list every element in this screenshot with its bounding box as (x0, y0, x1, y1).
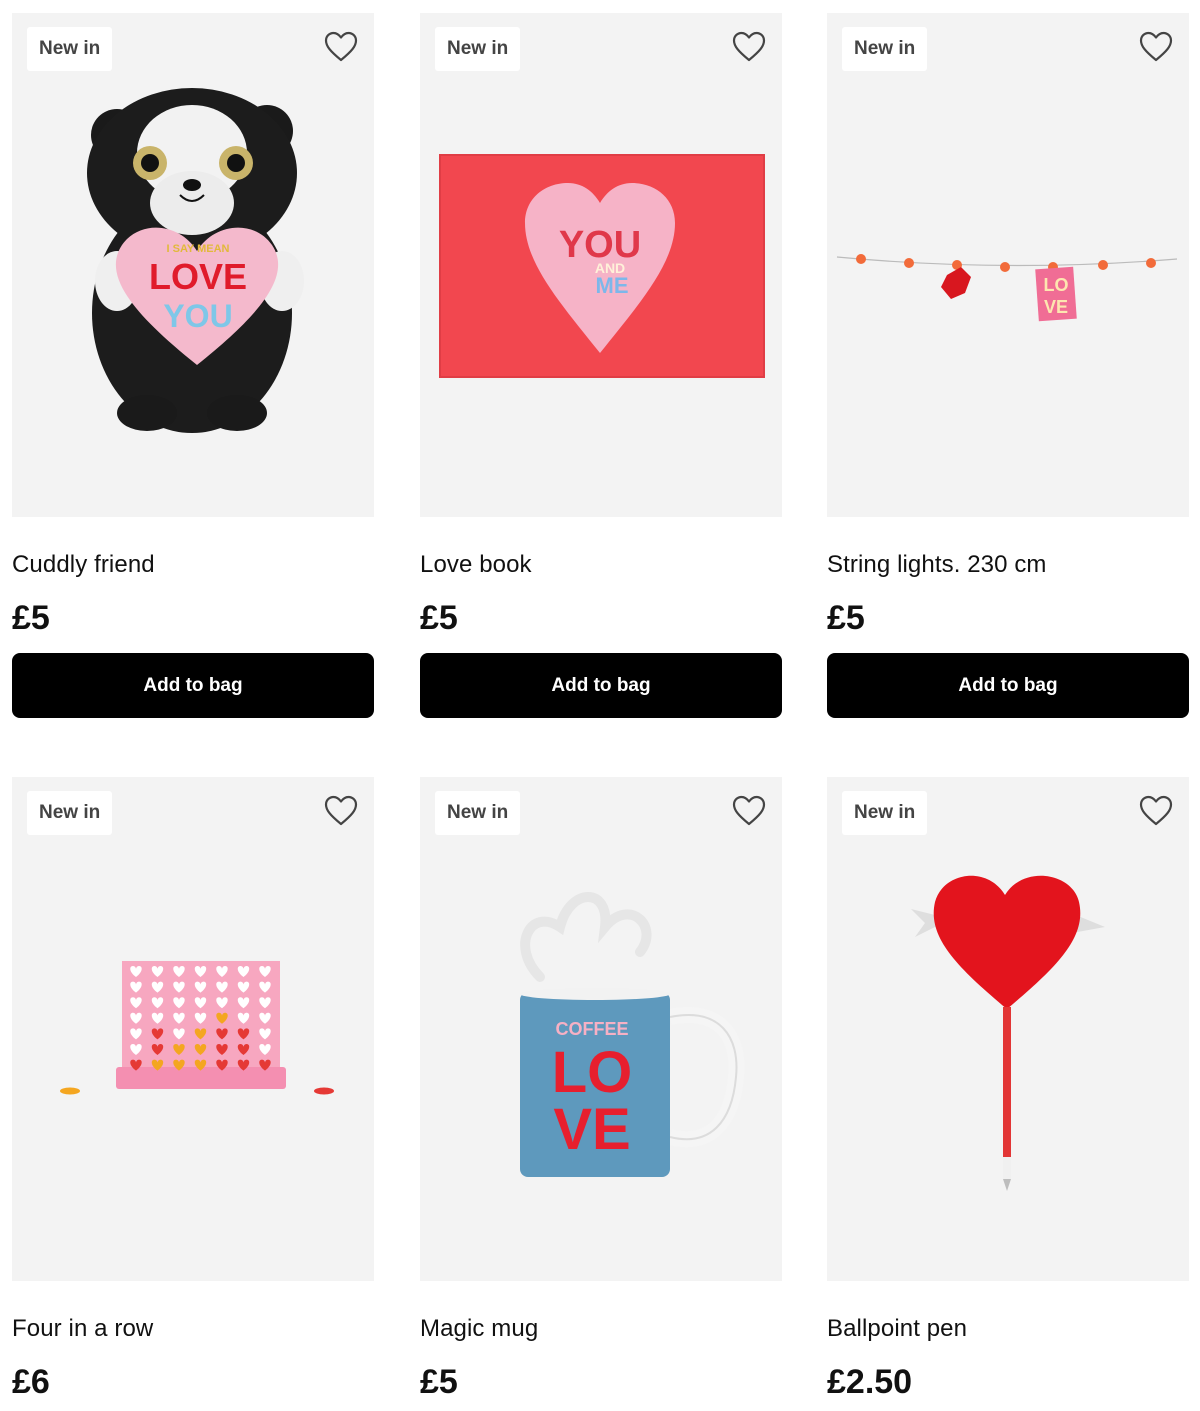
new-in-badge: New in (27, 791, 113, 835)
string-lights-image: LO VE (836, 254, 1178, 322)
product-image[interactable]: YOU AND ME New in (420, 13, 782, 517)
svg-text:LOVE: LOVE (149, 256, 247, 297)
product-title[interactable]: Ballpoint pen (827, 1313, 1189, 1345)
heart-outline-icon[interactable] (1139, 795, 1173, 827)
svg-text:VE: VE (1044, 297, 1068, 317)
heart-outline-icon[interactable] (1139, 31, 1173, 63)
product-price: £5 (12, 599, 50, 637)
new-in-badge: New in (435, 791, 521, 835)
cuddly-friend-image: I SAY MEAN LOVE YOU (87, 88, 304, 433)
four-in-a-row-image (60, 961, 334, 1095)
product-card[interactable]: COFFEE LO VE New in Magic mug £5 (420, 777, 782, 1401)
add-to-bag-button[interactable]: Add to bag (827, 653, 1189, 718)
add-to-bag-button[interactable]: Add to bag (420, 653, 782, 718)
add-to-bag-button[interactable]: Add to bag (12, 653, 374, 718)
new-in-badge: New in (842, 27, 928, 71)
product-card[interactable]: New in Ballpoint pen £2.50 (827, 777, 1189, 1401)
svg-text:LO: LO (1044, 275, 1069, 295)
product-title[interactable]: Magic mug (420, 1313, 782, 1345)
product-title[interactable]: Love book (420, 549, 782, 581)
svg-text:LO: LO (552, 1040, 633, 1105)
product-price: £5 (827, 599, 865, 637)
heart-outline-icon[interactable] (732, 31, 766, 63)
new-in-badge: New in (435, 27, 521, 71)
heart-outline-icon[interactable] (732, 795, 766, 827)
svg-text:YOU: YOU (163, 298, 232, 334)
product-card[interactable]: YOU AND ME New in Love book £5 Add to ba… (420, 13, 782, 718)
product-image[interactable]: LO VE New in (827, 13, 1189, 517)
product-image[interactable]: New in (12, 777, 374, 1281)
product-price: £2.50 (827, 1363, 913, 1401)
love-book-image: YOU AND ME (439, 154, 765, 378)
svg-text:VE: VE (553, 1097, 630, 1162)
new-in-badge: New in (842, 791, 928, 835)
product-title[interactable]: String lights. 230 cm (827, 549, 1189, 581)
product-title[interactable]: Cuddly friend (12, 549, 374, 581)
svg-text:I SAY MEAN: I SAY MEAN (167, 243, 230, 255)
heart-outline-icon[interactable] (324, 31, 358, 63)
product-price: £5 (420, 599, 458, 637)
product-card[interactable]: I SAY MEAN LOVE YOU New in Cuddly friend… (12, 13, 374, 718)
new-in-badge: New in (27, 27, 113, 71)
product-image[interactable]: COFFEE LO VE New in (420, 777, 782, 1281)
product-card[interactable]: New in Four in a row £6 (12, 777, 374, 1401)
product-price: £5 (420, 1363, 458, 1401)
product-title[interactable]: Four in a row (12, 1313, 374, 1345)
ballpoint-pen-image (911, 875, 1105, 1191)
product-image[interactable]: I SAY MEAN LOVE YOU New in (12, 13, 374, 517)
svg-text:ME: ME (596, 273, 629, 298)
product-price: £6 (12, 1363, 50, 1401)
magic-mug-image: COFFEE LO VE (520, 892, 745, 1177)
product-image[interactable]: New in (827, 777, 1189, 1281)
product-card[interactable]: LO VE New in String lights. 230 cm £5 Ad… (827, 13, 1189, 718)
svg-text:COFFEE: COFFEE (555, 1019, 628, 1039)
heart-outline-icon[interactable] (324, 795, 358, 827)
